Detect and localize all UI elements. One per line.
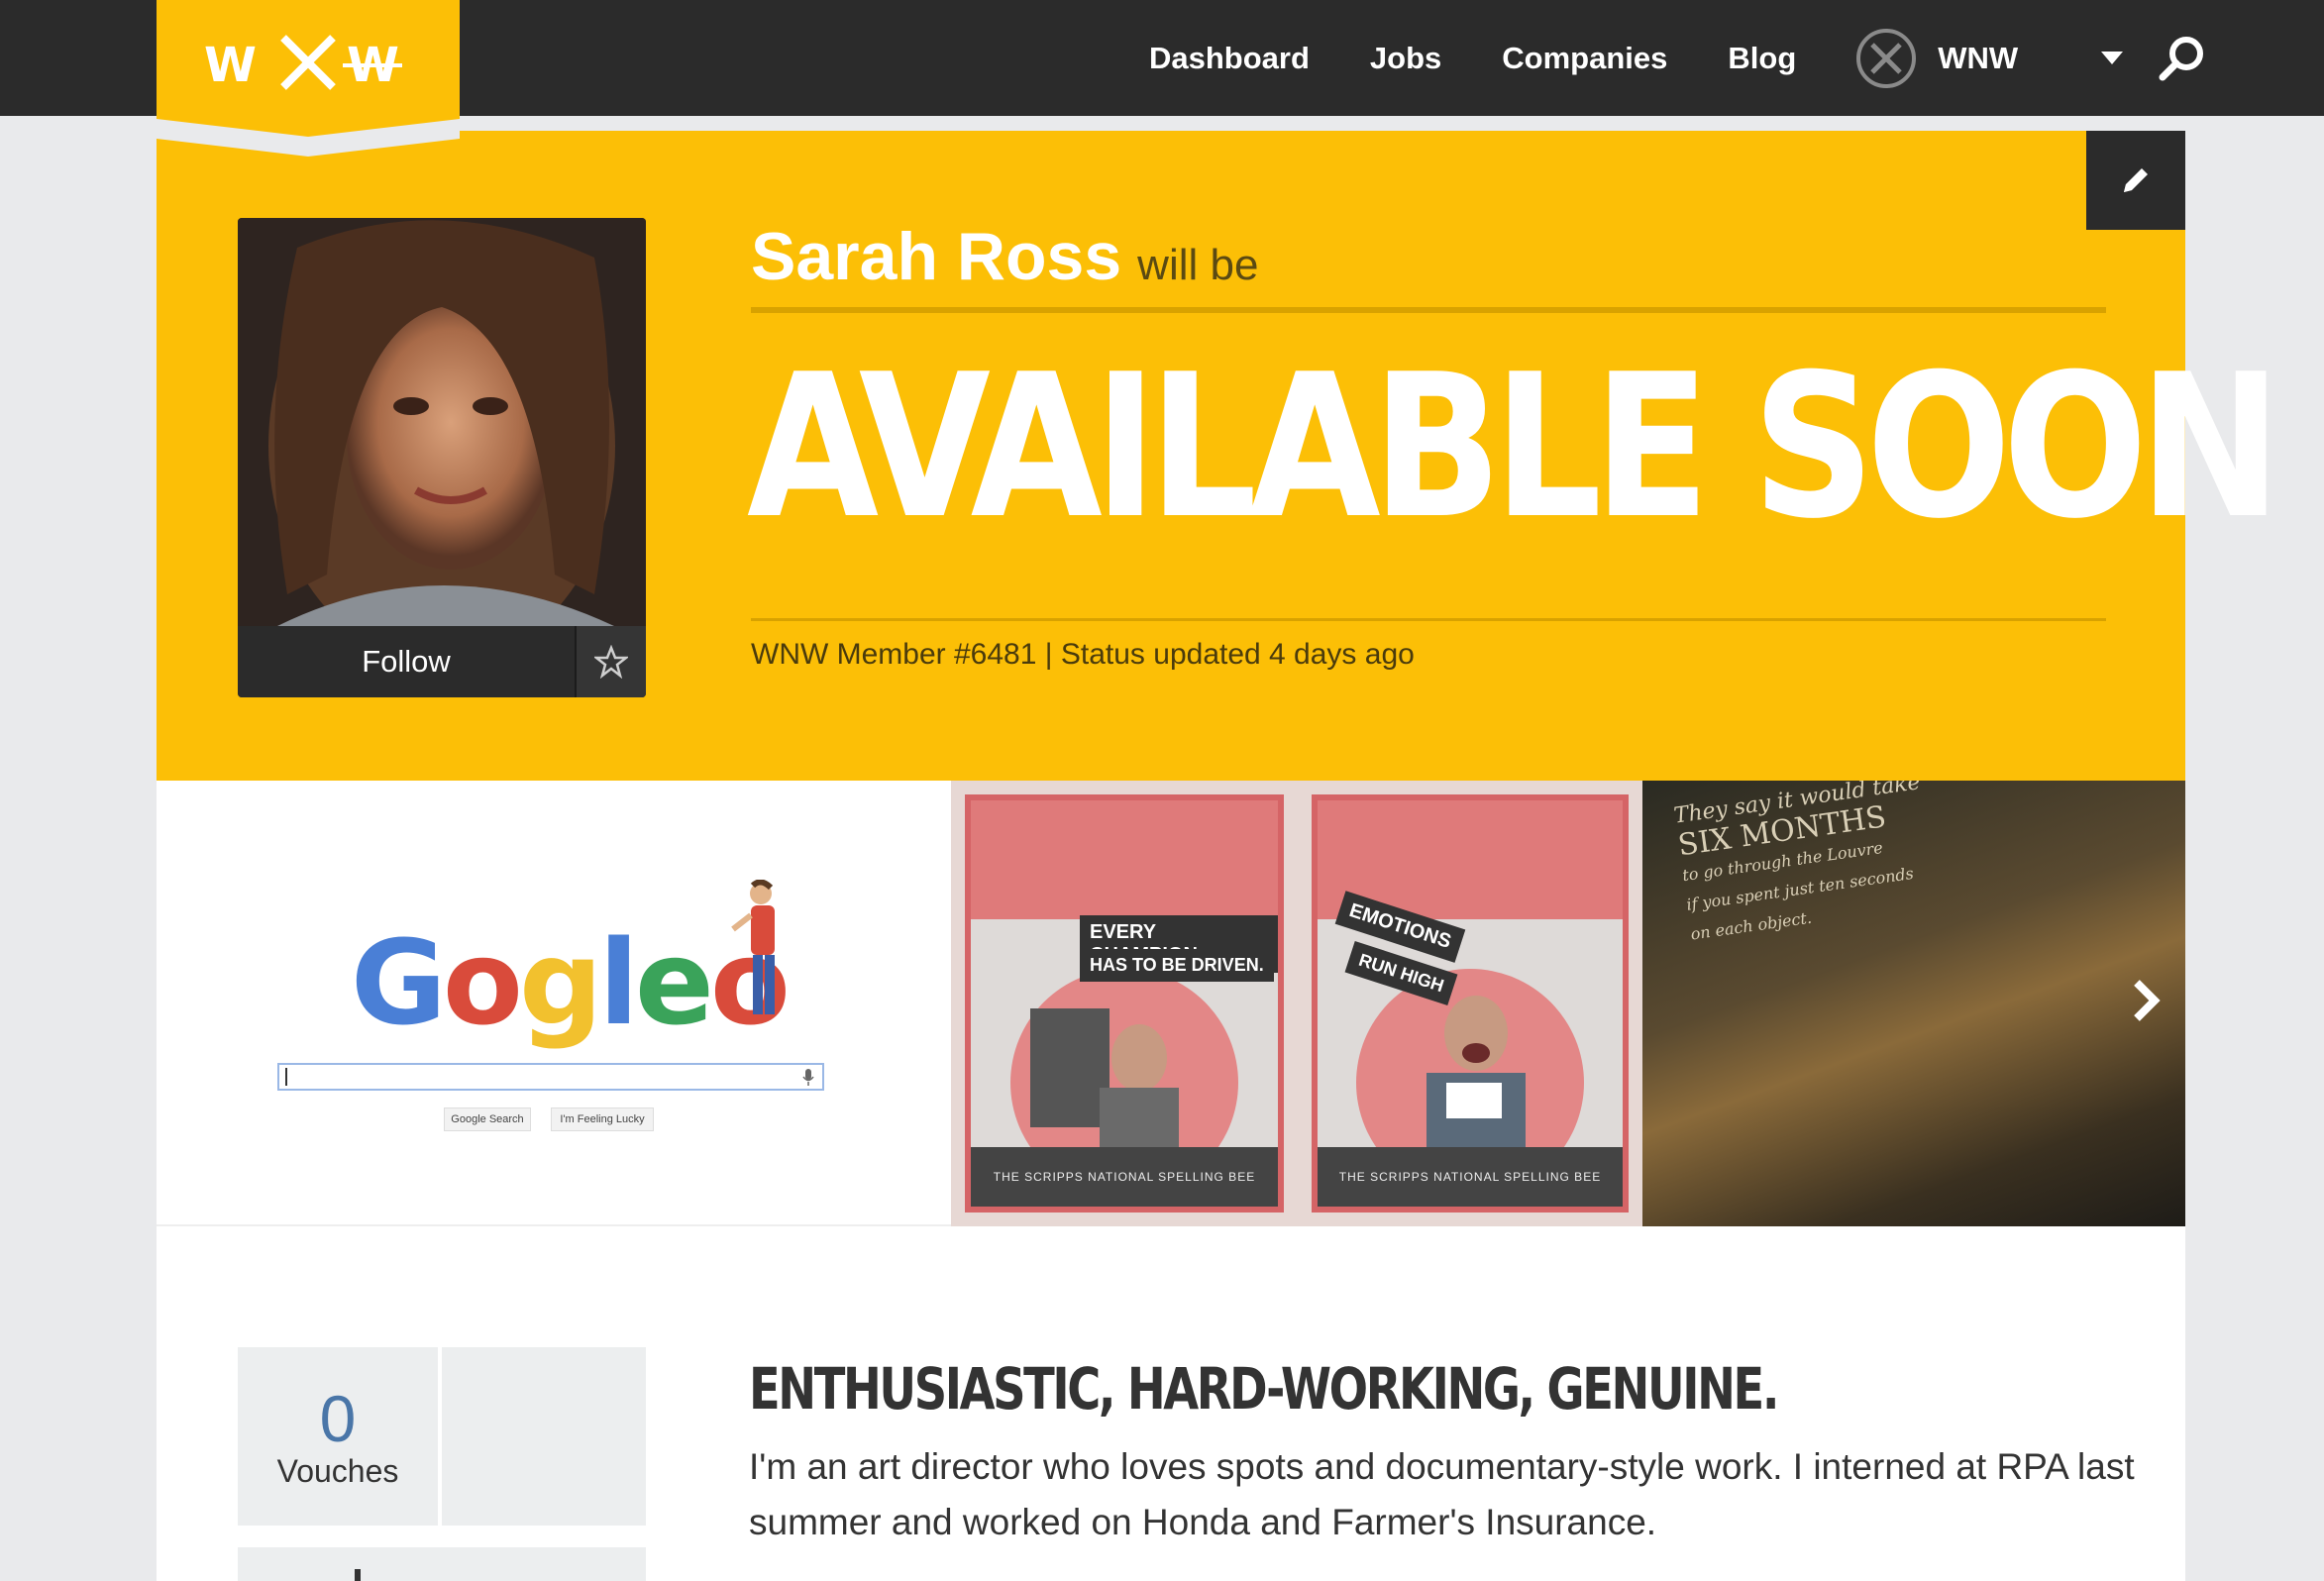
google-doodle-logo: Gogleo: [351, 914, 791, 1051]
profile-tagline: ENTHUSIASTIC, HARD-WORKING, GENUINE.: [749, 1355, 1779, 1423]
gallery-item-poster-2[interactable]: EMOTIONS RUN HIGH THE SCRIPPS NATIONAL S…: [1298, 781, 1642, 1226]
profile-bio: I'm an art director who loves spots and …: [749, 1446, 2135, 1542]
poster-frame: EMOTIONS RUN HIGH THE SCRIPPS NATIONAL S…: [1312, 794, 1629, 1212]
divider: [751, 307, 2106, 313]
portfolio-gallery: Gogleo Google Search I'm Feeling Lucky E…: [157, 781, 2185, 1226]
svg-text:W: W: [204, 38, 257, 93]
follow-button[interactable]: Follow: [238, 626, 575, 697]
vouches-count: 0: [319, 1381, 357, 1455]
search-icon[interactable]: [2157, 34, 2206, 83]
vouches-panel: 0 Vouches: [238, 1347, 646, 1526]
second-panel[interactable]: [238, 1547, 646, 1581]
poster-footer: THE SCRIPPS NATIONAL SPELLING BEE: [971, 1147, 1278, 1207]
portrait-illustration-icon: [1030, 1008, 1179, 1147]
poster-frame: EVERY CHAMPION HAS TO BE DRIVEN. THE SCR…: [965, 794, 1284, 1212]
nav-user-name[interactable]: WNW: [1938, 41, 2018, 76]
divider: [751, 618, 2106, 621]
illustrated-man-icon: [731, 880, 775, 1014]
profile-content: 0 Vouches ENTHUSIASTIC, HARD-WORKING, GE…: [157, 1226, 2185, 1581]
microphone-icon: [802, 1069, 814, 1086]
availability-status: AVAILABLE SOON: [747, 332, 2281, 563]
user-avatar-badge[interactable]: [1856, 28, 1917, 88]
follow-bar: Follow: [238, 626, 646, 697]
name-line: Sarah Ross will be: [751, 218, 1258, 295]
portrait-illustration-icon: [1426, 996, 1526, 1147]
wnw-logo-icon: W W: [204, 35, 402, 93]
member-meta: WNW Member #6481 | Status updated 4 days…: [751, 638, 1415, 671]
profile-name: Sarah Ross: [751, 219, 1122, 294]
crossed-pencils-icon: [1870, 42, 1903, 74]
google-search-field[interactable]: [277, 1063, 824, 1091]
vouches-stat[interactable]: 0 Vouches: [238, 1347, 442, 1526]
star-icon: [594, 645, 628, 679]
edit-profile-button[interactable]: [2086, 131, 2185, 230]
nav-links: Dashboard Jobs Companies Blog WNW: [1149, 0, 2206, 116]
pencil-icon: [2124, 168, 2148, 192]
poster-tag: HAS TO BE DRIVEN.: [1080, 949, 1274, 982]
favorite-star-button[interactable]: [575, 626, 646, 697]
bar-icon: [355, 1569, 361, 1581]
profile-hero: Follow Sarah Ross will be AVAILABLE SOON…: [157, 131, 2281, 781]
gallery-item-poster-1[interactable]: EVERY CHAMPION HAS TO BE DRIVEN. THE SCR…: [951, 781, 1298, 1226]
gallery-next-button[interactable]: [2126, 971, 2166, 1030]
vouches-empty-slot: [442, 1347, 646, 1526]
profile-photo: Follow: [238, 218, 646, 697]
google-search-button[interactable]: Google Search: [444, 1107, 531, 1131]
poster-footer: THE SCRIPPS NATIONAL SPELLING BEE: [1318, 1147, 1623, 1207]
nav-dashboard[interactable]: Dashboard: [1149, 41, 1310, 76]
will-be-label: will be: [1137, 241, 1259, 289]
chevron-right-icon: [2134, 980, 2161, 1021]
nav-jobs[interactable]: Jobs: [1370, 41, 1441, 76]
feeling-lucky-button[interactable]: I'm Feeling Lucky: [551, 1107, 654, 1131]
gallery-item-yellowstone[interactable]: They say it would take SIX MONTHS to go …: [1642, 781, 2185, 1226]
yellowstone-text: They say it would take SIX MONTHS to go …: [1672, 781, 1922, 944]
logo[interactable]: W W: [157, 0, 460, 158]
profile-photo-image: [238, 218, 646, 664]
gallery-item-google[interactable]: Gogleo Google Search I'm Feeling Lucky: [157, 781, 951, 1226]
poster-banner: [971, 800, 1278, 919]
chevron-down-icon[interactable]: [2101, 52, 2124, 64]
nav-companies[interactable]: Companies: [1502, 41, 1667, 76]
nav-blog[interactable]: Blog: [1728, 41, 1796, 76]
vouches-label: Vouches: [276, 1452, 399, 1489]
